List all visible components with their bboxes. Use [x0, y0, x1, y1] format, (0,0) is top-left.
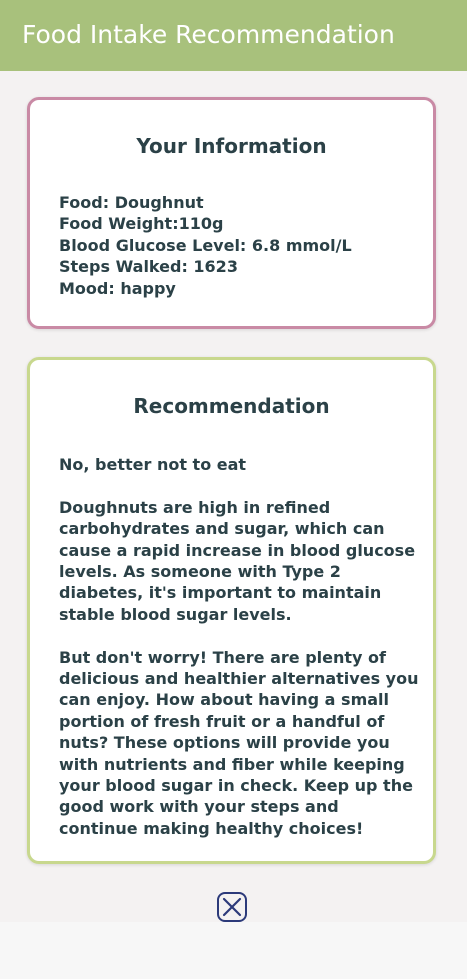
info-list: Food: Doughnut Food Weight:110g Blood Gl… — [59, 192, 352, 299]
info-card-title: Your Information — [136, 134, 327, 158]
close-icon — [222, 897, 242, 917]
recommendation-alternatives: But don't worry! There are plenty of del… — [59, 647, 419, 838]
info-food-weight: Food Weight:110g — [59, 214, 224, 234]
bottom-area — [0, 922, 467, 979]
info-blood-glucose: Blood Glucose Level: 6.8 mmol/L — [59, 235, 352, 255]
recommendation-card-title: Recommendation — [133, 394, 330, 418]
recommendation-reason: Doughnuts are high in refined carbohydra… — [59, 497, 416, 624]
info-mood: Mood: happy — [59, 278, 176, 298]
page-title: Food Intake Recommendation — [22, 20, 395, 49]
recommendation-body: No, better not to eat Doughnuts are high… — [59, 454, 419, 861]
recommendation-card: Recommendation No, better not to eat Dou… — [27, 357, 436, 864]
info-food: Food: Doughnut — [59, 193, 204, 212]
close-button[interactable] — [217, 892, 247, 922]
app-bar: Food Intake Recommendation — [0, 0, 467, 71]
info-steps-walked: Steps Walked: 1623 — [59, 257, 238, 277]
recommendation-verdict: No, better not to eat — [59, 455, 247, 474]
your-information-card: Your Information Food: Doughnut Food Wei… — [27, 97, 436, 329]
